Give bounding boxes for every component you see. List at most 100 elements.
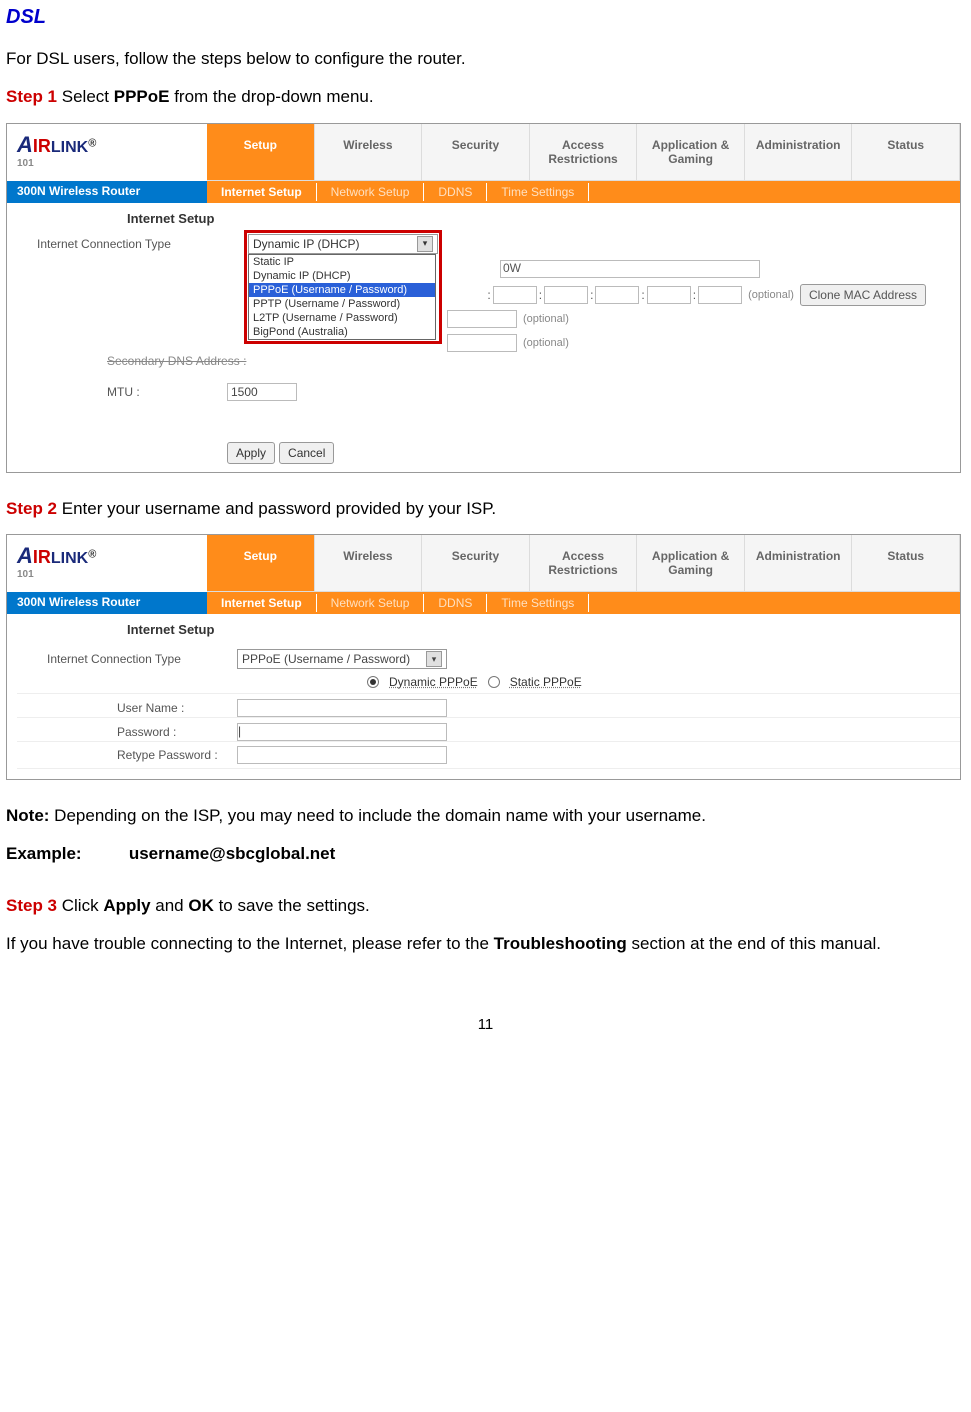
subnav-ddns[interactable]: DDNS xyxy=(424,183,487,201)
mtu-label: MTU : xyxy=(7,385,227,399)
subnav-internet[interactable]: Internet Setup xyxy=(207,183,317,201)
dropdown-list[interactable]: Static IP Dynamic IP (DHCP) PPPoE (Usern… xyxy=(248,254,436,340)
note-text: Depending on the ISP, you may need to in… xyxy=(49,806,705,825)
screenshot-1: AIRLINK® 101 Setup Wireless Security Acc… xyxy=(6,123,961,473)
intro-text: For DSL users, follow the steps below to… xyxy=(6,47,965,71)
step3-apply: Apply xyxy=(103,896,150,915)
tab-wireless[interactable]: Wireless xyxy=(315,535,423,591)
opt-l2tp[interactable]: L2TP (Username / Password) xyxy=(249,311,435,325)
note-line: Note: Depending on the ISP, you may need… xyxy=(6,804,965,828)
logo-link: LINK xyxy=(51,139,88,156)
logo-reg: ® xyxy=(88,137,96,149)
logo-ir: IR xyxy=(33,136,51,156)
cancel-button[interactable]: Cancel xyxy=(279,442,334,464)
opt-static[interactable]: Static IP xyxy=(249,255,435,269)
tab-access[interactable]: Access Restrictions xyxy=(530,124,638,180)
mac-seg[interactable] xyxy=(493,286,537,304)
tab-access[interactable]: Access Restrictions xyxy=(530,535,638,591)
section-title: Internet Setup xyxy=(7,203,960,232)
step3-label: Step 3 xyxy=(6,896,57,915)
tab-security[interactable]: Security xyxy=(422,535,530,591)
tab-admin[interactable]: Administration xyxy=(745,535,853,591)
step3-line: Step 3 Click Apply and OK to save the se… xyxy=(6,894,965,918)
dropdown-value: PPPoE (Username / Password) xyxy=(242,652,410,666)
page-number: 11 xyxy=(6,1016,965,1033)
radio-static-label: Static PPPoE xyxy=(506,675,586,689)
step3-ok: OK xyxy=(188,896,214,915)
mac-seg[interactable] xyxy=(647,286,691,304)
clone-mac-button[interactable]: Clone MAC Address xyxy=(800,284,926,306)
tab-admin[interactable]: Administration xyxy=(745,124,853,180)
dropdown-value: Dynamic IP (DHCP) xyxy=(253,237,359,251)
mac-seg[interactable] xyxy=(595,286,639,304)
heading-dsl: DSL xyxy=(6,6,965,29)
tab-wireless[interactable]: Wireless xyxy=(315,124,423,180)
secondary-dns-label: Secondary DNS Address : xyxy=(107,354,246,368)
tab-appgaming[interactable]: Application & Gaming xyxy=(637,535,745,591)
step1-tail: from the drop-down menu. xyxy=(169,87,373,106)
opt-pppoe[interactable]: PPPoE (Username / Password) xyxy=(249,283,435,297)
router-name: 300N Wireless Router xyxy=(7,592,207,614)
radio-static-pppoe[interactable] xyxy=(488,676,500,688)
host-input[interactable]: 0W xyxy=(500,260,760,278)
step1-label: Step 1 xyxy=(6,87,57,106)
step1-text-a: Select xyxy=(57,87,114,106)
radio-dynamic-pppoe[interactable] xyxy=(367,676,379,688)
conn-type-dropdown[interactable]: PPPoE (Username / Password) ▾ xyxy=(237,649,447,669)
opt-dhcp[interactable]: Dynamic IP (DHCP) xyxy=(249,269,435,283)
trouble-line: If you have trouble connecting to the In… xyxy=(6,932,965,956)
note-label: Note: xyxy=(6,806,49,825)
logo: AIRLINK® 101 xyxy=(7,535,207,592)
step2-text: Enter your username and password provide… xyxy=(57,499,496,518)
opt-bigpond[interactable]: BigPond (Australia) xyxy=(249,325,435,339)
mac-seg[interactable] xyxy=(698,286,742,304)
step1-pppoe: PPPoE xyxy=(114,87,170,106)
subnav-time[interactable]: Time Settings xyxy=(487,183,589,201)
logo-sub: 101 xyxy=(17,158,197,169)
subnav-ddns[interactable]: DDNS xyxy=(424,594,487,612)
dns-seg[interactable] xyxy=(447,334,517,352)
subnav-time[interactable]: Time Settings xyxy=(487,594,589,612)
logo: AIRLINK® 101 xyxy=(7,124,207,181)
example-value: username@sbcglobal.net xyxy=(129,844,335,863)
tab-security[interactable]: Security xyxy=(422,124,530,180)
tab-setup[interactable]: Setup xyxy=(207,535,315,591)
tab-status[interactable]: Status xyxy=(852,124,960,180)
tab-status[interactable]: Status xyxy=(852,535,960,591)
screenshot-2: AIRLINK® 101 Setup Wireless Security Acc… xyxy=(6,534,961,780)
subnav-internet[interactable]: Internet Setup xyxy=(207,594,317,612)
section-title: Internet Setup xyxy=(7,614,960,643)
optional-3: (optional) xyxy=(517,337,569,349)
step1-line: Step 1 Select PPPoE from the drop-down m… xyxy=(6,85,965,109)
password-label: Password : xyxy=(17,725,237,739)
username-label: User Name : xyxy=(17,701,237,715)
subnav-network[interactable]: Network Setup xyxy=(317,594,425,612)
logo-a: A xyxy=(17,132,33,157)
conn-type-dropdown[interactable]: Dynamic IP (DHCP) ▾ xyxy=(248,234,438,254)
mtu-input[interactable]: 1500 xyxy=(227,383,297,401)
router-name: 300N Wireless Router xyxy=(7,181,207,203)
example-label: Example: xyxy=(6,844,82,863)
conn-type-label: Internet Connection Type xyxy=(17,652,237,666)
tab-appgaming[interactable]: Application & Gaming xyxy=(637,124,745,180)
radio-dynamic-label: Dynamic PPPoE xyxy=(385,675,482,689)
password-input[interactable]: | xyxy=(237,723,447,741)
optional-2: (optional) xyxy=(517,313,569,325)
apply-button[interactable]: Apply xyxy=(227,442,275,464)
opt-pptp[interactable]: PPTP (Username / Password) xyxy=(249,297,435,311)
subnav-network[interactable]: Network Setup xyxy=(317,183,425,201)
tab-setup[interactable]: Setup xyxy=(207,124,315,180)
optional-1: (optional) xyxy=(742,289,794,301)
conn-type-label: Internet Connection Type xyxy=(7,237,227,251)
step2-line: Step 2 Enter your username and password … xyxy=(6,497,965,521)
troubleshooting-word: Troubleshooting xyxy=(494,934,627,953)
retype-label: Retype Password : xyxy=(17,748,237,762)
chevron-down-icon[interactable]: ▾ xyxy=(426,651,442,667)
step2-label: Step 2 xyxy=(6,499,57,518)
example-line: Example: username@sbcglobal.net xyxy=(6,842,965,866)
chevron-down-icon[interactable]: ▾ xyxy=(417,236,433,252)
retype-input[interactable] xyxy=(237,746,447,764)
mac-seg[interactable] xyxy=(544,286,588,304)
dns-seg[interactable] xyxy=(447,310,517,328)
username-input[interactable] xyxy=(237,699,447,717)
